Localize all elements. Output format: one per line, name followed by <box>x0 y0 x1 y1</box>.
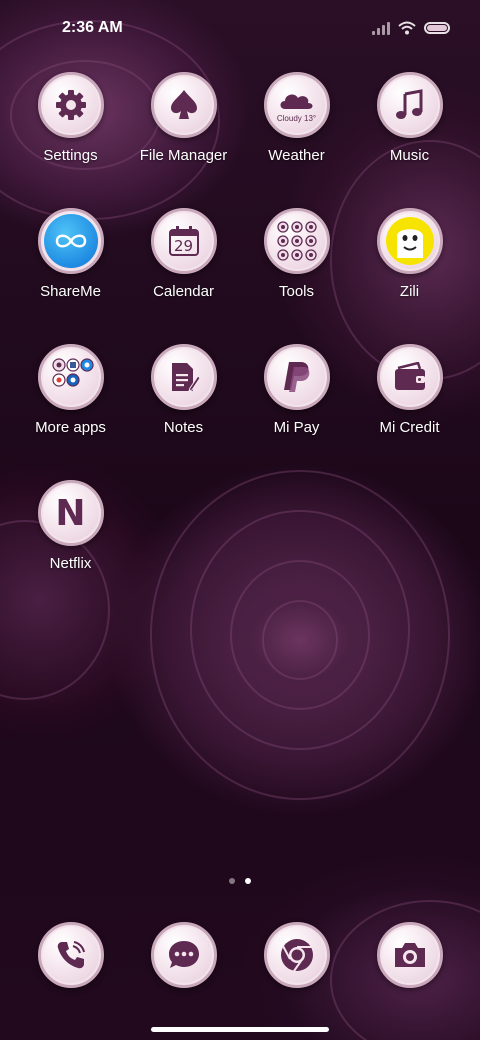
apps-folder-icon <box>37 344 104 410</box>
app-label: Weather <box>268 147 325 164</box>
signal-icon <box>372 21 390 35</box>
dock-phone[interactable] <box>14 922 127 988</box>
dock-messages[interactable] <box>127 922 240 988</box>
gear-icon <box>37 72 104 138</box>
app-calendar[interactable]: 29 Calendar <box>127 208 240 300</box>
music-note-icon <box>376 72 443 138</box>
app-file-manager[interactable]: File Manager <box>127 72 240 164</box>
status-time: 2:36 AM <box>62 19 123 36</box>
wallet-icon <box>376 344 443 410</box>
calendar-date: 29 <box>173 237 194 255</box>
app-label: Music <box>389 147 430 164</box>
netflix-icon: N <box>37 480 104 546</box>
app-label: More apps <box>35 419 106 436</box>
notes-icon <box>150 344 217 410</box>
status-bar: 2:36 AM <box>0 0 480 56</box>
tools-folder-icon <box>263 208 330 274</box>
dock-browser[interactable] <box>240 922 353 988</box>
app-label: Mi Pay <box>273 419 320 436</box>
spade-icon <box>150 72 217 138</box>
app-label: File Manager <box>139 147 228 164</box>
dock-camera[interactable] <box>353 922 466 988</box>
infinity-icon <box>37 208 104 274</box>
app-mi-credit[interactable]: Mi Credit <box>353 344 466 436</box>
app-settings[interactable]: Settings <box>14 72 127 164</box>
app-shareme[interactable]: ShareMe <box>14 208 127 300</box>
netflix-letter: N <box>55 492 86 534</box>
app-label: Tools <box>278 283 315 300</box>
app-netflix[interactable]: N Netflix <box>14 480 127 572</box>
app-label: Netflix <box>49 555 92 572</box>
status-icons <box>372 21 450 35</box>
app-label: Settings <box>43 147 98 164</box>
app-mi-pay[interactable]: Mi Pay <box>240 344 353 436</box>
page-indicator <box>0 878 480 884</box>
app-label: Notes <box>163 419 204 436</box>
calendar-icon: 29 <box>150 208 217 274</box>
paypal-icon <box>263 344 330 410</box>
wifi-icon <box>398 21 416 35</box>
weather-text: Cloudy 13° <box>276 114 317 123</box>
app-weather[interactable]: Cloudy 13° Weather <box>240 72 353 164</box>
app-notes[interactable]: Notes <box>127 344 240 436</box>
cloud-icon: Cloudy 13° <box>263 72 330 138</box>
app-label: Zili <box>399 283 420 300</box>
app-music[interactable]: Music <box>353 72 466 164</box>
chrome-icon <box>263 922 330 988</box>
camera-icon <box>376 922 443 988</box>
app-tools-folder[interactable]: Tools <box>240 208 353 300</box>
message-icon <box>150 922 217 988</box>
battery-icon <box>424 22 450 34</box>
smiley-face-icon <box>376 208 443 274</box>
page-dot-active[interactable] <box>245 878 251 884</box>
app-more-apps-folder[interactable]: More apps <box>14 344 127 436</box>
home-indicator-bar[interactable] <box>151 1027 329 1032</box>
app-label: Mi Credit <box>379 419 440 436</box>
phone-icon <box>37 922 104 988</box>
app-label: ShareMe <box>40 283 101 300</box>
app-zili[interactable]: Zili <box>353 208 466 300</box>
page-dot[interactable] <box>229 878 235 884</box>
app-label: Calendar <box>153 283 214 300</box>
